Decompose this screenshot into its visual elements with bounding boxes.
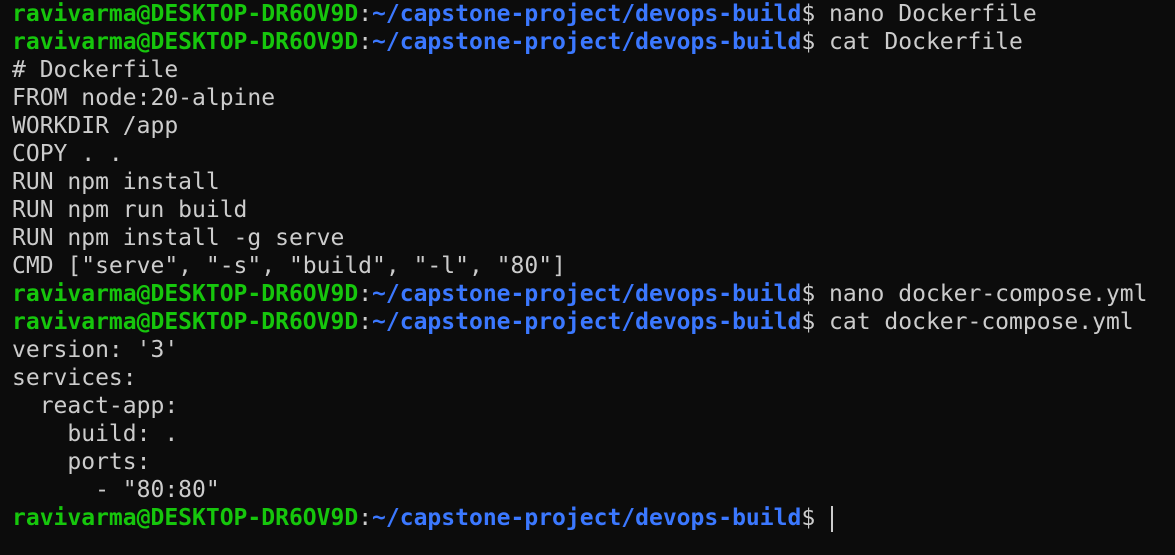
- output-line: services:: [12, 365, 137, 391]
- command-text: cat Dockerfile: [815, 29, 1023, 55]
- prompt-user-host: ravivarma@DESKTOP-DR6OV9D: [12, 309, 359, 335]
- prompt-line: ravivarma@DESKTOP-DR6OV9D:~/capstone-pro…: [12, 0, 1175, 28]
- prompt-path: ~/capstone-project/devops-build: [372, 281, 802, 307]
- output-line: # Dockerfile: [12, 57, 179, 83]
- prompt-separator: :: [358, 281, 373, 307]
- prompt-user-host: ravivarma@DESKTOP-DR6OV9D: [12, 281, 359, 307]
- output-line: build: .: [12, 421, 179, 447]
- command-text: cat docker-compose.yml: [815, 309, 1134, 335]
- prompt-separator: :: [358, 505, 373, 531]
- output-line: COPY . .: [12, 141, 123, 167]
- command-text: nano Dockerfile: [815, 1, 1037, 27]
- prompt-symbol: $: [801, 1, 816, 27]
- output-line: WORKDIR /app: [12, 113, 179, 139]
- output-line: CMD ["serve", "-s", "build", "-l", "80"]: [12, 253, 566, 279]
- output-line: RUN npm install: [12, 169, 220, 195]
- output-line: react-app:: [12, 393, 179, 419]
- active-prompt-line[interactable]: ravivarma@DESKTOP-DR6OV9D:~/capstone-pro…: [12, 504, 1175, 532]
- prompt-line: ravivarma@DESKTOP-DR6OV9D:~/capstone-pro…: [12, 28, 1175, 56]
- prompt-user-host: ravivarma@DESKTOP-DR6OV9D: [12, 29, 359, 55]
- prompt-user-host: ravivarma@DESKTOP-DR6OV9D: [12, 505, 359, 531]
- output-line: RUN npm install -g serve: [12, 225, 345, 251]
- output-line: version: '3': [12, 337, 179, 363]
- terminal-window[interactable]: ravivarma@DESKTOP-DR6OV9D:~/capstone-pro…: [0, 0, 1175, 555]
- prompt-separator: :: [358, 1, 373, 27]
- prompt-path: ~/capstone-project/devops-build: [372, 29, 802, 55]
- prompt-path: ~/capstone-project/devops-build: [372, 309, 802, 335]
- prompt-line: ravivarma@DESKTOP-DR6OV9D:~/capstone-pro…: [12, 308, 1175, 336]
- output-line: RUN npm run build: [12, 197, 248, 223]
- output-line: - "80:80": [12, 477, 220, 503]
- prompt-line: ravivarma@DESKTOP-DR6OV9D:~/capstone-pro…: [12, 280, 1175, 308]
- prompt-symbol: $: [801, 505, 816, 531]
- command-text: nano docker-compose.yml: [815, 281, 1148, 307]
- prompt-path: ~/capstone-project/devops-build: [372, 1, 802, 27]
- prompt-separator: :: [358, 29, 373, 55]
- prompt-user-host: ravivarma@DESKTOP-DR6OV9D: [12, 1, 359, 27]
- prompt-symbol: $: [801, 29, 816, 55]
- prompt-path: ~/capstone-project/devops-build: [372, 505, 802, 531]
- prompt-separator: :: [358, 309, 373, 335]
- prompt-symbol: $: [801, 281, 816, 307]
- output-line: FROM node:20-alpine: [12, 85, 276, 111]
- output-line: ports:: [12, 449, 151, 475]
- command-input[interactable]: [815, 505, 829, 531]
- text-cursor: [831, 505, 834, 532]
- prompt-symbol: $: [801, 309, 816, 335]
